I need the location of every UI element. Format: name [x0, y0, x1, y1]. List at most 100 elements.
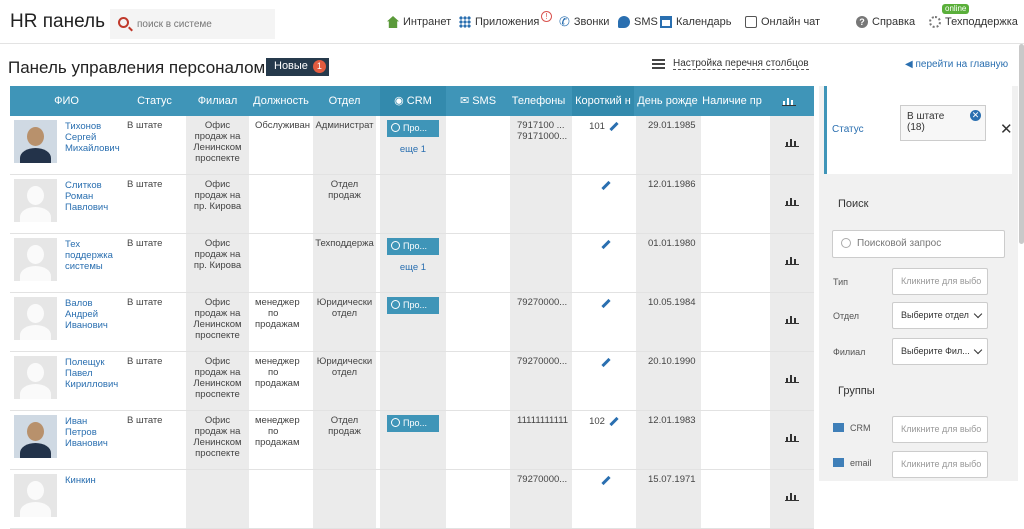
chat-bubble-icon: [618, 16, 630, 28]
scrollbar[interactable]: [1019, 44, 1024, 244]
employee-name-link[interactable]: Слитков Роман Павлович: [65, 180, 108, 213]
employee-name-link[interactable]: Валов Андрей Иванович: [65, 298, 108, 331]
table-row[interactable]: Тех поддержка системы В штате Офис продаж на п…: [10, 234, 814, 293]
col-status[interactable]: Статус: [123, 86, 186, 116]
col-phones[interactable]: Телефоны: [510, 86, 567, 116]
table-row[interactable]: Кинкин 79270000... 15.07.1971: [10, 470, 814, 529]
nav-apps[interactable]: Приложения: [459, 14, 539, 30]
nav-calls[interactable]: ✆ Звонки: [559, 14, 609, 30]
page-title: Панель управления персоналом: [8, 58, 266, 77]
nav-help[interactable]: ? Справка: [856, 14, 915, 30]
crm-badge[interactable]: Про...: [387, 238, 439, 255]
employee-name-link[interactable]: Полещук Павел Кириллович: [65, 357, 118, 390]
back-home-link[interactable]: ◀ перейти на главную: [905, 59, 1008, 70]
employee-name-link[interactable]: Тех поддержка системы: [65, 239, 113, 272]
short-number-cell: [572, 293, 636, 351]
filter-panel: Статус В штате (18) ✕ ✕ Поиск Поисковой …: [819, 86, 1018, 481]
new-employees-button[interactable]: Новые 1: [266, 58, 329, 76]
col-fio[interactable]: ФИО: [10, 86, 123, 116]
bar-chart-icon[interactable]: [785, 196, 799, 206]
avatar[interactable]: [14, 356, 57, 399]
nav-support[interactable]: Техподдержка: [929, 14, 1018, 30]
edit-pencil-icon[interactable]: [601, 180, 611, 191]
crm-badge[interactable]: Про...: [387, 415, 439, 432]
bar-chart-icon[interactable]: [785, 373, 799, 383]
table-row[interactable]: Полещук Павел Кириллович В штате Офис продаж …: [10, 352, 814, 411]
col-birthday[interactable]: День рожде: [636, 86, 699, 116]
type-select[interactable]: Кликните для выбо: [892, 268, 988, 295]
employee-name-link[interactable]: Тихонов Сергей Михайлович: [65, 121, 120, 154]
status-filter: Статус В штате (18) ✕ ✕: [824, 86, 1013, 174]
bar-chart-icon[interactable]: [785, 255, 799, 265]
nav-sms[interactable]: SMS: [618, 14, 658, 30]
edit-pencil-icon[interactable]: [601, 475, 611, 486]
sms-cell: [446, 234, 510, 292]
edit-pencil-icon[interactable]: [601, 357, 611, 368]
dept-cell: Юридически отдел: [313, 352, 376, 410]
more-link[interactable]: еще 1: [380, 144, 446, 155]
branch-select[interactable]: Выберите Фил...: [892, 338, 988, 365]
arrow-left-icon: ◀: [905, 59, 916, 70]
table-body: Тихонов Сергей Михайлович В штате Офис продаж…: [10, 116, 814, 529]
nav-chat[interactable]: Онлайн чат: [745, 14, 820, 30]
bar-chart-icon[interactable]: [785, 137, 799, 147]
crm-badge[interactable]: Про...: [387, 297, 439, 314]
nav-intranet[interactable]: Интранет: [387, 14, 451, 30]
crm-group-select[interactable]: Кликните для выбо: [892, 416, 988, 443]
position-cell: менеджер по продажам: [255, 415, 300, 448]
edit-pencil-icon[interactable]: [601, 298, 611, 309]
email-icon: [833, 458, 844, 467]
crm-badge[interactable]: Про...: [387, 120, 439, 137]
table-row[interactable]: Валов Андрей Иванович В штате Офис продаж на Л…: [10, 293, 814, 352]
close-filter-button[interactable]: ✕: [1000, 120, 1013, 138]
col-short-number[interactable]: Короткий н: [572, 86, 634, 116]
bar-chart-icon[interactable]: [785, 491, 799, 501]
global-search[interactable]: [110, 9, 275, 39]
status-chip[interactable]: В штате (18) ✕: [900, 105, 986, 141]
avatar[interactable]: [14, 238, 57, 281]
avatar[interactable]: [14, 415, 57, 458]
remove-chip-icon[interactable]: ✕: [970, 110, 981, 121]
avatar[interactable]: [14, 474, 57, 517]
radio-icon: [391, 300, 400, 309]
col-presence[interactable]: Наличие пр: [701, 86, 763, 116]
avatar[interactable]: [14, 297, 57, 340]
columns-settings-link[interactable]: Настройка перечня столбцов: [652, 58, 809, 70]
employee-name-link[interactable]: Иван Петров Иванович: [65, 416, 108, 449]
avatar[interactable]: [14, 120, 57, 163]
radio-icon: ◉: [394, 95, 407, 107]
stats-cell: [770, 116, 814, 174]
col-stats[interactable]: [770, 86, 810, 116]
bar-chart-icon[interactable]: [785, 314, 799, 324]
col-dept[interactable]: Отдел: [313, 86, 376, 116]
table-row[interactable]: Иван Петров Иванович В штате Офис продаж на Ле…: [10, 411, 814, 470]
stats-cell: [770, 352, 814, 410]
table-row[interactable]: Тихонов Сергей Михайлович В штате Офис продаж…: [10, 116, 814, 175]
nav-calendar[interactable]: Календарь: [660, 14, 732, 30]
fio-cell: Тех поддержка системы: [10, 234, 123, 292]
edit-pencil-icon[interactable]: [601, 239, 611, 250]
search-input[interactable]: [137, 16, 267, 32]
table-row[interactable]: Слитков Роман Павлович В штате Офис продаж на…: [10, 175, 814, 234]
dept-select[interactable]: Выберите отдел: [892, 302, 988, 329]
edit-pencil-icon[interactable]: [609, 121, 619, 132]
filter-search-input[interactable]: Поисковой запрос: [832, 230, 1005, 258]
short-number-cell: [572, 352, 636, 410]
col-sms[interactable]: ✉ SMS: [446, 86, 510, 116]
status-cell: В штате: [127, 415, 163, 426]
dept-cell: Техподдержа: [313, 234, 376, 292]
col-position[interactable]: Должность: [249, 86, 313, 116]
branch-cell: Офис продаж на Ленинском проспекте: [186, 352, 249, 410]
presence-cell: [701, 293, 770, 351]
app-title[interactable]: HR панель: [10, 11, 105, 33]
status-filter-label: Статус: [832, 124, 864, 135]
bar-chart-icon[interactable]: [785, 432, 799, 442]
col-branch[interactable]: Филиал: [186, 86, 249, 116]
email-group-select[interactable]: Кликните для выбо: [892, 451, 988, 478]
phones-cell: [510, 234, 572, 292]
crm-cell: Про...: [380, 411, 446, 469]
avatar[interactable]: [14, 179, 57, 222]
more-link[interactable]: еще 1: [380, 262, 446, 273]
edit-pencil-icon[interactable]: [609, 416, 619, 427]
col-crm[interactable]: ◉ CRM: [380, 86, 446, 116]
